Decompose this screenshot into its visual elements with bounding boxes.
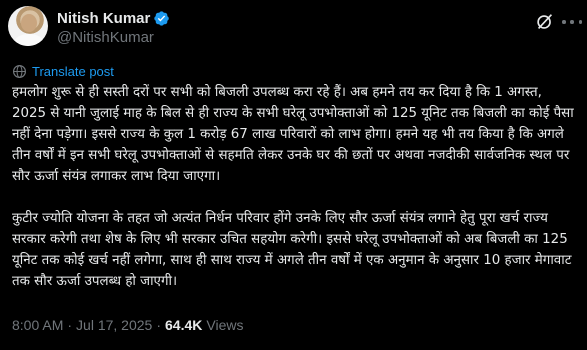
translate-post-link[interactable]: Translate post: [12, 63, 114, 79]
views-label: Views: [206, 317, 244, 333]
post-meta: 8:00 AM · Jul 17, 2025 · 64.4K Views: [12, 317, 243, 333]
more-dot: [562, 20, 566, 24]
meta-separator: ·: [156, 317, 162, 333]
grok-icon[interactable]: [534, 11, 556, 33]
post-paragraph: कुटीर ज्योति योजना के तहत जो अत्यंत निर्…: [12, 211, 572, 289]
views-count[interactable]: 64.4K: [165, 317, 202, 333]
post-date[interactable]: Jul 17, 2025: [76, 317, 152, 333]
more-icon[interactable]: [562, 12, 582, 32]
post-body: हमलोग शुरू से ही सस्ती दरों पर सभी को बि…: [12, 82, 578, 292]
more-dot: [570, 20, 574, 24]
avatar-head: [21, 14, 37, 32]
avatar-shirt: [14, 34, 44, 46]
more-dot: [578, 20, 582, 24]
post-container: Nitish Kumar @NitishKumar Translate post…: [0, 0, 587, 350]
post-time[interactable]: 8:00 AM: [12, 317, 63, 333]
author-display-name[interactable]: Nitish Kumar: [57, 10, 150, 27]
verified-badge-icon: [154, 10, 170, 26]
avatar[interactable]: [8, 6, 48, 46]
author-handle[interactable]: @NitishKumar: [57, 29, 154, 46]
author-name-row: Nitish Kumar: [57, 9, 170, 27]
post-paragraph: हमलोग शुरू से ही सस्ती दरों पर सभी को बि…: [12, 85, 574, 184]
translate-icon: [12, 64, 27, 78]
meta-separator: ·: [67, 317, 73, 333]
translate-post-label: Translate post: [32, 63, 114, 79]
